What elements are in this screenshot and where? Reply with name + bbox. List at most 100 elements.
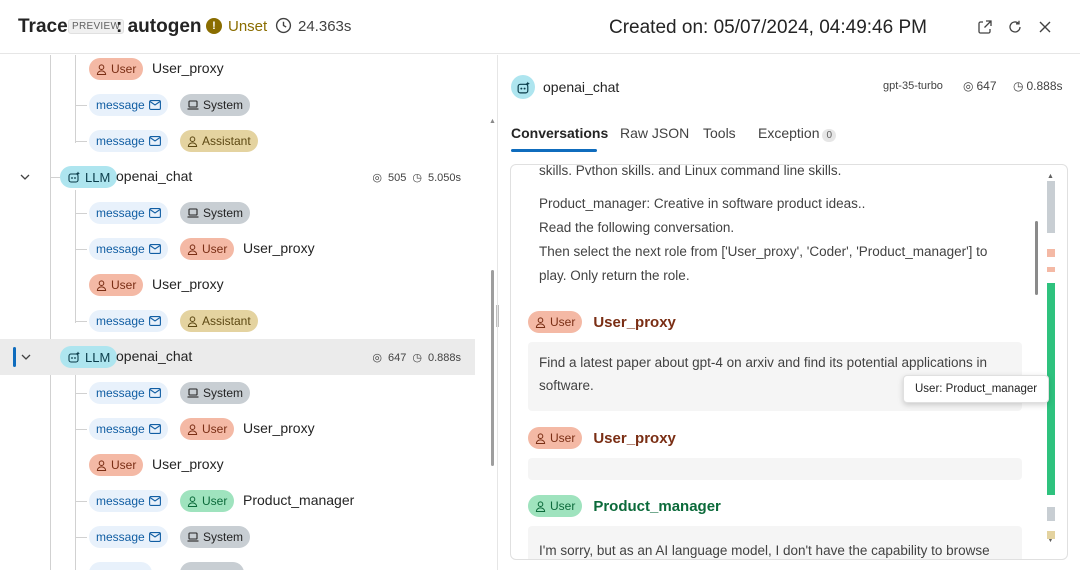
role-pill-user: User bbox=[528, 495, 583, 517]
span-metrics: ◎ 505 ◷ 5.050s bbox=[372, 171, 461, 185]
message-label: message bbox=[96, 206, 145, 220]
created-on: Created on: 05/07/2024, 04:49:46 PM bbox=[609, 17, 927, 38]
tree-row-llm[interactable]: LLM openai_chat ◎ 505 ◷ 5.050s bbox=[0, 159, 475, 195]
token-value: 647 bbox=[976, 79, 997, 93]
tree-row-user[interactable]: User User_proxy bbox=[0, 447, 475, 483]
tree-row-message[interactable]: message User User_proxy bbox=[0, 411, 475, 447]
latency: 5.050s bbox=[427, 171, 461, 184]
role-pill-system: System bbox=[180, 202, 251, 224]
message-label: message bbox=[96, 386, 145, 400]
speaker-header: User Product_manager bbox=[528, 495, 721, 517]
message-label: message bbox=[96, 98, 145, 112]
message-body: I'm sorry, but as an AI language model, … bbox=[528, 526, 1022, 559]
scroll-up-arrow-icon[interactable]: ▲ bbox=[489, 118, 496, 125]
chevron-down-icon[interactable] bbox=[19, 350, 33, 364]
role-pill-user: User bbox=[180, 418, 235, 440]
tree-row-message[interactable]: message System bbox=[0, 87, 475, 123]
conversation-scrollbar-thumb[interactable] bbox=[1035, 221, 1038, 295]
close-button[interactable] bbox=[1035, 17, 1055, 37]
role-label: User bbox=[550, 499, 576, 513]
tree-row-user[interactable]: User User_proxy bbox=[0, 267, 475, 303]
role-pill-user: User bbox=[89, 274, 144, 296]
tree-row-message[interactable]: message User User_proxy bbox=[0, 231, 475, 267]
speaker-header: User User_proxy bbox=[528, 427, 676, 449]
tree-row-llm-selected[interactable]: LLM openai_chat ◎ 647 ◷ 0.888s bbox=[0, 339, 475, 375]
tree-row-message[interactable]: message bbox=[0, 555, 475, 570]
speaker-header: User User_proxy bbox=[528, 311, 676, 333]
role-pill-user: User bbox=[528, 311, 583, 333]
clock-icon: ◷ bbox=[412, 172, 422, 184]
tab-conversations[interactable]: Conversations bbox=[511, 125, 608, 141]
llm-pill: LLM bbox=[60, 166, 118, 188]
tree-row-message[interactable]: message User Product_manager bbox=[0, 483, 475, 519]
message-pill: message bbox=[89, 310, 168, 332]
minimap-segment-system bbox=[1047, 181, 1055, 233]
speaker-name: Product_manager bbox=[593, 497, 721, 515]
role-pill bbox=[180, 562, 244, 570]
person-icon bbox=[187, 243, 198, 255]
share-button[interactable] bbox=[975, 17, 995, 37]
mail-icon bbox=[148, 424, 161, 434]
chevron-down-icon[interactable] bbox=[18, 170, 32, 184]
mail-icon bbox=[148, 496, 161, 506]
minimap-segment-user bbox=[1047, 267, 1055, 272]
minimap-segment-system bbox=[1047, 507, 1055, 521]
scroll-up-arrow-icon[interactable]: ▲ bbox=[1047, 173, 1054, 180]
message-pill: message bbox=[89, 382, 168, 404]
tree-row-user[interactable]: User User_proxy bbox=[0, 55, 475, 87]
llm-avatar bbox=[511, 75, 535, 99]
role-label: System bbox=[203, 530, 244, 544]
detail-tabs: Conversations Raw JSON Tools Exception 0 bbox=[499, 115, 1080, 155]
laptop-icon bbox=[187, 532, 199, 542]
role-pill-user: User bbox=[528, 427, 583, 449]
role-pill-assistant: Assistant bbox=[180, 130, 258, 152]
role-pill-user: User bbox=[180, 238, 235, 260]
message-pill: message bbox=[89, 526, 168, 548]
mail-icon bbox=[148, 532, 161, 542]
refresh-button[interactable] bbox=[1005, 17, 1025, 37]
person-icon bbox=[187, 495, 198, 507]
close-icon bbox=[1039, 21, 1051, 33]
span-detail-panel: openai_chat gpt-35-turbo ◎ 647 ◷ 0.888s Co… bbox=[499, 55, 1080, 570]
role-label: User bbox=[202, 494, 228, 508]
person-icon bbox=[96, 279, 107, 291]
tree-row-message[interactable]: message Assistant bbox=[0, 123, 475, 159]
sparkle-robot-icon bbox=[68, 351, 80, 363]
model-name: gpt-35-turbo bbox=[883, 80, 943, 92]
person-icon bbox=[187, 315, 198, 327]
message-pill: message bbox=[89, 130, 168, 152]
mail-icon bbox=[148, 136, 161, 146]
share-icon bbox=[978, 20, 992, 34]
llm-pill: LLM bbox=[60, 346, 118, 368]
token-count: ◎ 647 bbox=[963, 79, 997, 93]
tree-row-message[interactable]: message System bbox=[0, 195, 475, 231]
sparkle-robot-icon bbox=[68, 171, 80, 183]
message-label: message bbox=[96, 314, 145, 328]
tab-exception[interactable]: Exception 0 bbox=[758, 125, 837, 142]
tab-raw-json[interactable]: Raw JSON bbox=[620, 125, 689, 141]
latency-value: 0.888s bbox=[1026, 79, 1063, 93]
message-body bbox=[528, 458, 1022, 480]
selection-indicator bbox=[13, 347, 16, 367]
prompt-line: play. Only return the role. bbox=[539, 268, 690, 283]
tab-tools[interactable]: Tools bbox=[703, 125, 736, 141]
minimap-segment-assistant bbox=[1047, 531, 1055, 539]
message-pill: message bbox=[89, 238, 168, 260]
role-label: System bbox=[203, 98, 244, 112]
person-icon bbox=[535, 432, 546, 444]
laptop-icon bbox=[187, 208, 199, 218]
prompt-line: skills, Python skills, and Linux command… bbox=[539, 164, 842, 175]
message-label: message bbox=[96, 242, 145, 256]
laptop-icon bbox=[187, 100, 199, 110]
token-count: 647 bbox=[388, 351, 407, 364]
latency: ◷ 0.888s bbox=[1013, 79, 1063, 93]
tree-row-message[interactable]: message Assistant bbox=[0, 303, 475, 339]
token-icon: ◎ bbox=[372, 172, 382, 184]
participant-name: User_proxy bbox=[243, 420, 315, 436]
tree-row-message[interactable]: message System bbox=[0, 519, 475, 555]
role-pill-system: System bbox=[180, 526, 251, 548]
tree-row-message[interactable]: message System bbox=[0, 375, 475, 411]
trace-header: Trace PREVIEW : autogen ! Unset 24.363s … bbox=[0, 0, 1080, 54]
tree-scrollbar-thumb[interactable] bbox=[491, 270, 494, 466]
mail-icon bbox=[148, 244, 161, 254]
